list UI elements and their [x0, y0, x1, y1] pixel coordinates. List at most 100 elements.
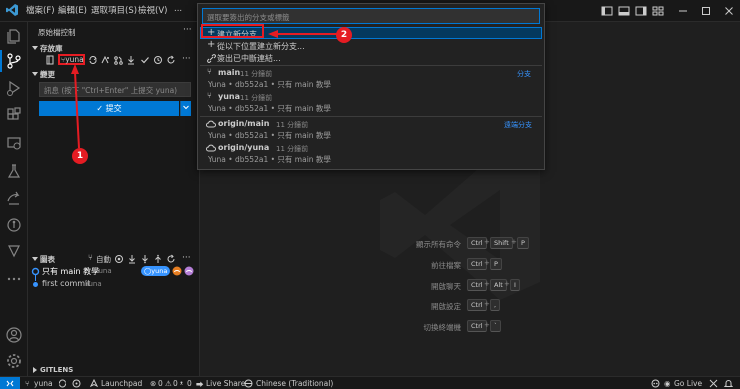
- menu-file[interactable]: 檔案(F): [26, 4, 55, 16]
- shortcut-plus: +: [484, 321, 490, 329]
- activity-bar: [0, 22, 28, 376]
- add-icon: +: [207, 39, 216, 50]
- minimize-icon[interactable]: [676, 4, 690, 18]
- extensions-icon[interactable]: [5, 106, 23, 124]
- gitlens-chevron-icon[interactable]: [31, 366, 39, 374]
- copilot-icon[interactable]: [651, 379, 660, 388]
- graph-pull-icon[interactable]: [140, 254, 150, 264]
- customize-layout-icon[interactable]: [651, 4, 665, 18]
- remote-indicator[interactable]: [0, 377, 20, 389]
- graph-auto-label[interactable]: 自動: [96, 254, 111, 265]
- problems-warning-icon: ⚠: [165, 379, 172, 388]
- extension-status-icon[interactable]: [709, 379, 718, 388]
- graph-node-icon: [33, 282, 38, 287]
- graph-refresh-icon[interactable]: [166, 254, 176, 264]
- repos-section-title[interactable]: 存放庫: [40, 43, 63, 54]
- gitlens-icon[interactable]: [5, 216, 23, 234]
- source-control-icon[interactable]: [5, 52, 23, 70]
- graph-more-icon[interactable]: ···: [182, 253, 191, 263]
- remote-group-label: 遠端分支: [504, 121, 532, 129]
- settings-gear-icon[interactable]: [5, 352, 23, 370]
- timeline-icon[interactable]: [5, 242, 23, 260]
- shortcut-key: I: [510, 279, 520, 291]
- shortcut-label: 開啟設定: [431, 302, 461, 311]
- close-icon[interactable]: [722, 4, 736, 18]
- graph-auto-icon: ⑂: [88, 253, 93, 262]
- annotation-arrows: [71, 64, 80, 149]
- graph-push-icon[interactable]: [153, 254, 163, 264]
- view-more-icon[interactable]: ···: [183, 25, 192, 35]
- shortcut-label: 顯示所有命令: [416, 240, 461, 249]
- remote-explorer-icon[interactable]: [5, 134, 23, 152]
- graph-section-title[interactable]: 圖表: [40, 254, 55, 265]
- status-sync-icon[interactable]: [58, 379, 67, 388]
- repo-icon: [45, 55, 55, 65]
- menu-selection[interactable]: 選取項目(S): [91, 4, 137, 16]
- status-gitlens-icon[interactable]: [72, 379, 81, 388]
- shortcut-plus: +: [511, 238, 517, 246]
- status-language[interactable]: Chinese (Traditional): [256, 379, 333, 388]
- branch-search-placeholder: 選取要簽出的分支或標籤: [207, 13, 290, 22]
- graph-target-icon[interactable]: [114, 254, 124, 264]
- status-launchpad[interactable]: Launchpad: [101, 379, 142, 388]
- shortcut-key: Shift: [490, 237, 513, 249]
- repos-chevron-icon[interactable]: [31, 44, 39, 52]
- graph-commit-message: first commit: [42, 279, 91, 288]
- graph-branch-badge: ◯yuna: [141, 266, 171, 276]
- graph-commit-author: Yuna: [85, 280, 102, 288]
- shortcut-plus: +: [484, 259, 490, 267]
- share-icon[interactable]: [5, 189, 23, 207]
- launchpad-rocket-icon: [89, 379, 99, 388]
- layout-panel-icon[interactable]: [617, 4, 631, 18]
- branch-search-input[interactable]: 選取要簽出的分支或標籤: [202, 8, 540, 24]
- view-title: 原始檔控制: [38, 28, 76, 37]
- shortcut-plus: +: [484, 238, 490, 246]
- create-branch-from-item[interactable]: + 從以下位置建立新分支...: [200, 39, 542, 52]
- branch-group-label: 分支: [517, 70, 531, 78]
- shortcut-label: 切換終端機: [423, 323, 462, 332]
- graph-commit-message: 只有 main 教學: [42, 267, 100, 276]
- status-golive[interactable]: Go Live: [674, 379, 702, 388]
- run-debug-icon[interactable]: [5, 79, 23, 97]
- liveshare-arrow-icon: ⮕: [196, 380, 204, 389]
- graph-row[interactable]: first commit Yuna: [29, 279, 199, 290]
- more-views-icon[interactable]: [5, 270, 23, 288]
- status-errors[interactable]: 0: [158, 379, 163, 388]
- graph-row[interactable]: 只有 main 教學 Yuna ◯yuna: [29, 266, 199, 277]
- problems-error-icon: ⊗: [150, 379, 157, 388]
- notifications-bell-icon[interactable]: [724, 379, 733, 388]
- golive-icon: ◉: [664, 379, 671, 388]
- vscode-logo-icon: [6, 4, 18, 16]
- shortcut-plus: +: [504, 280, 510, 288]
- status-branch-icon: ⑂: [25, 379, 30, 388]
- graph-commit-author: Yuna: [95, 267, 112, 275]
- status-branch[interactable]: yuna: [34, 379, 53, 388]
- changes-chevron-icon[interactable]: [31, 70, 39, 78]
- shortcut-key: P: [490, 258, 502, 270]
- annotation-highlight-box: [201, 24, 264, 38]
- language-globe-icon: [244, 379, 253, 388]
- graph-fetch-icon[interactable]: [127, 254, 137, 264]
- layout-secondary-icon[interactable]: [634, 4, 648, 18]
- testing-icon[interactable]: [5, 162, 23, 180]
- menu-edit[interactable]: 編輯(E): [58, 4, 87, 16]
- maximize-icon[interactable]: [699, 4, 713, 18]
- annotation-marker-1: 1: [72, 148, 88, 164]
- status-warnings[interactable]: 0: [173, 379, 178, 388]
- menu-view[interactable]: 檢視(V): [138, 4, 167, 16]
- explorer-icon[interactable]: [5, 27, 23, 45]
- layout-sidebar-icon[interactable]: [600, 4, 614, 18]
- graph-remote-badge-icon: [172, 266, 182, 276]
- gitlens-section-title[interactable]: GITLENS: [40, 366, 73, 374]
- changes-section-title[interactable]: 變更: [40, 69, 55, 80]
- annotation-marker-2: 2: [336, 27, 352, 43]
- status-bar: ⑂ yuna Launchpad ⊗ 0 ⚠ 0 ᵜ 0 ⮕ Live Shar…: [0, 376, 740, 389]
- graph-chevron-icon[interactable]: [31, 255, 39, 263]
- shortcut-label: 開啟聊天: [431, 282, 461, 291]
- status-liveshare[interactable]: Live Share: [206, 379, 245, 388]
- account-icon[interactable]: [5, 326, 23, 344]
- menu-more[interactable]: ...: [174, 4, 182, 14]
- create-branch-from-label: 從以下位置建立新分支...: [217, 42, 305, 51]
- shortcut-plus: +: [484, 280, 490, 288]
- status-ports[interactable]: 0: [187, 379, 192, 388]
